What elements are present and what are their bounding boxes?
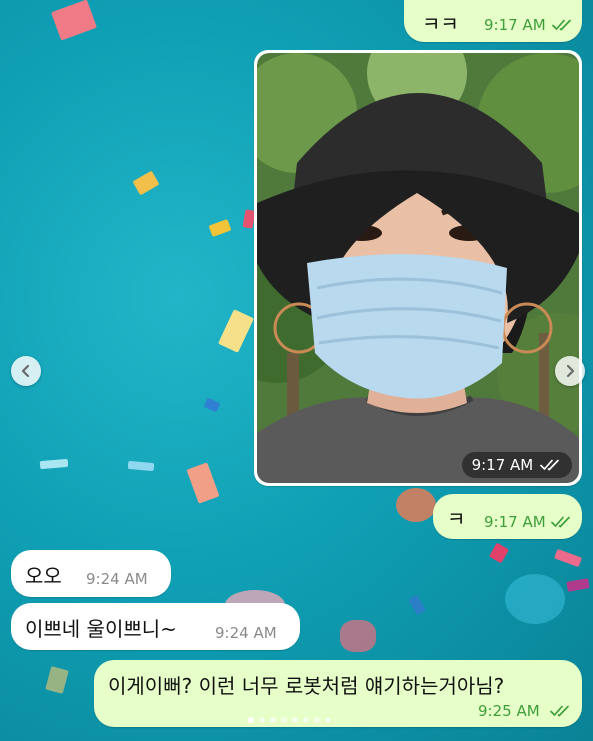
message-bubble-outgoing[interactable]: ㅋㅋ 9:17 AM [404,0,582,42]
message-time: 9:25 AM [478,702,540,720]
confetti-piece [132,170,160,196]
chevron-left-icon [21,364,30,378]
message-bubble-incoming[interactable]: 오오 9:24 AM [11,550,171,597]
double-check-icon [550,705,569,717]
confetti-piece [488,542,510,564]
pagination-dot[interactable] [270,717,276,723]
confetti-piece [203,397,221,413]
message-text: 이게이뻐? 이런 너무 로봇처럼 얘기하는거아님? [108,674,505,698]
pagination-dot[interactable] [259,717,265,723]
pagination-dot[interactable] [314,717,320,723]
message-bubble-outgoing[interactable]: ㅋ 9:17 AM [433,494,582,539]
pagination-dot[interactable] [325,717,331,723]
confetti-piece [127,460,155,472]
message-time: 9:17 AM [484,16,546,34]
message-time: 9:24 AM [215,624,277,642]
confetti-piece [566,578,590,592]
confetti-piece [51,0,97,41]
double-check-icon [552,19,571,31]
message-bubble-outgoing[interactable]: 이게이뻐? 이런 너무 로봇처럼 얘기하는거아님? 9:25 AM [94,660,582,727]
message-time: 9:17 AM [484,513,546,531]
confetti-piece [505,574,565,624]
confetti-piece [396,488,436,522]
next-button[interactable] [555,356,585,386]
pagination-dot[interactable] [303,717,309,723]
message-text: 오오 [25,564,62,588]
confetti-piece [218,309,254,353]
previous-button[interactable] [11,356,41,386]
confetti-piece [39,458,69,470]
photo-timestamp: 9:17 AM [461,452,572,478]
chevron-right-icon [566,364,575,378]
confetti-piece [554,548,582,568]
double-check-icon [540,459,559,471]
message-time: 9:17 AM [471,456,534,474]
message-time: 9:24 AM [86,570,148,588]
confetti-piece [408,594,426,616]
message-text: 이쁘네 울이쁘니~ [25,617,177,641]
double-check-icon [551,516,570,528]
pagination-dot[interactable] [292,717,298,723]
confetti-piece [208,218,232,238]
pagination-dot[interactable] [248,717,254,723]
confetti-piece [186,462,220,504]
confetti-piece [45,666,69,694]
selfie-photo[interactable] [257,53,579,483]
message-text: ㅋㅋ [422,12,459,36]
message-bubble-incoming[interactable]: 이쁘네 울이쁘니~ 9:24 AM [11,603,300,650]
pagination-dot[interactable] [281,717,287,723]
confetti-piece [340,620,376,652]
photo-message[interactable]: 9:17 AM [254,50,582,486]
message-text: ㅋ [447,507,466,531]
